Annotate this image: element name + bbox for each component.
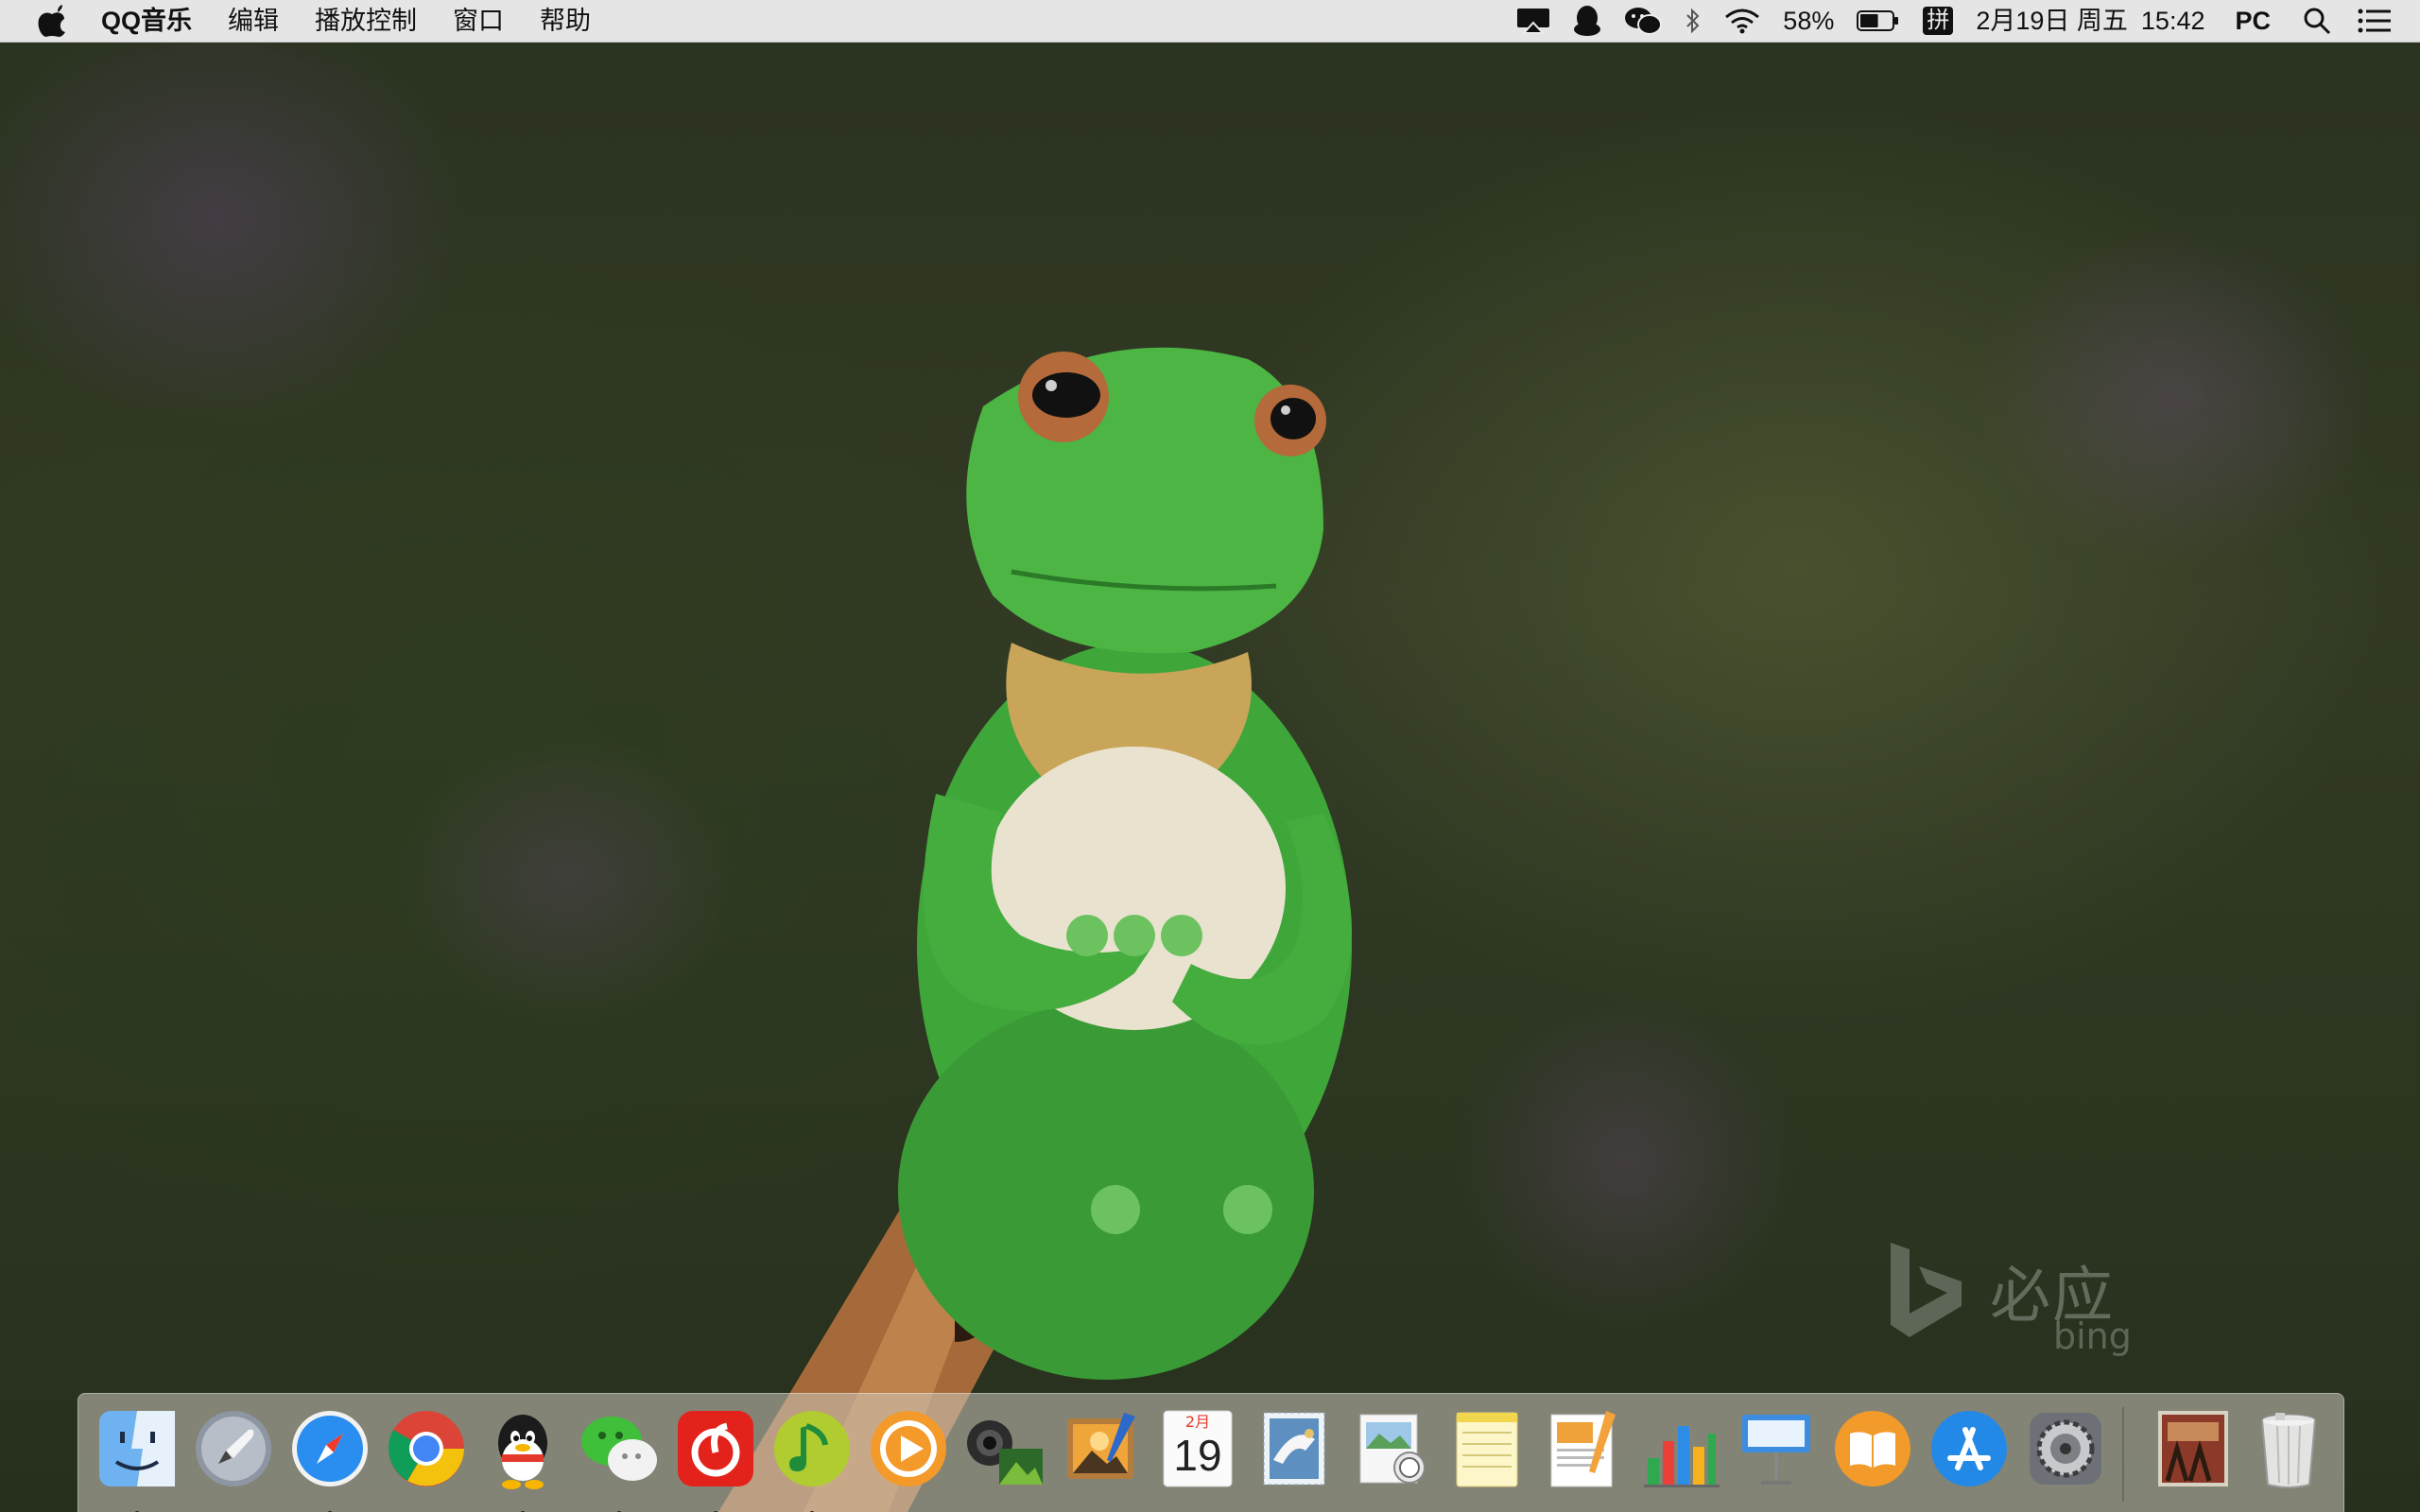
qq-music-icon [774,1411,850,1486]
dock-qq-music[interactable] [769,1405,856,1512]
dock-calendar[interactable]: 2月 19 [1154,1405,1241,1492]
wechat-icon[interactable] [1613,0,1673,42]
dock-mail[interactable] [1251,1405,1338,1492]
chrome-icon [389,1411,464,1486]
menubar-time[interactable]: 15:42 [2139,0,2217,42]
dock-netease-music[interactable] [672,1405,759,1512]
keynote-icon [1742,1415,1810,1485]
finder-icon [99,1411,175,1486]
dock: 2月 19 [78,1393,2344,1512]
apple-menu-icon[interactable] [38,5,66,37]
dock-trash[interactable] [2245,1405,2332,1492]
dock-chrome[interactable] [383,1405,470,1492]
play-button-icon [871,1411,946,1486]
airplay-icon[interactable] [1505,0,1562,42]
menu-playback-control[interactable]: 播放控制 [297,0,435,42]
dock-photo-editor[interactable] [1058,1405,1145,1492]
bing-logo-icon [1891,1243,1962,1337]
desktop-wallpaper: 必应 bing [0,0,2420,1512]
app-store-icon [1931,1411,2007,1486]
bing-watermark: 必应 bing [1881,1228,2136,1370]
dock-numbers[interactable] [1636,1405,1723,1492]
bluetooth-icon[interactable] [1673,0,1713,42]
calendar-day: 19 [1173,1431,1222,1480]
dock-app-store[interactable] [1926,1405,2013,1492]
dock-finder[interactable] [94,1405,181,1512]
menu-bar: QQ音乐 编辑 播放控制 窗口 帮助 58% 拼 2月19日 周五 15:42 … [0,0,2420,43]
dock-ibooks[interactable] [1829,1405,1916,1492]
dock-system-preferences[interactable] [2022,1405,2109,1492]
input-method-icon[interactable]: 拼 [1911,0,1964,42]
dock-preview[interactable] [1347,1405,1434,1492]
battery-percent[interactable]: 58% [1772,0,1845,42]
ibooks-icon [1835,1411,1910,1486]
pages-icon [1550,1411,1616,1487]
watermark-english: bing [2053,1315,2132,1357]
camera-photo-icon [967,1420,1043,1485]
spotlight-icon[interactable] [2282,0,2342,42]
launchpad-icon [196,1411,271,1486]
calendar-month: 2月 [1184,1413,1211,1431]
menu-help[interactable]: 帮助 [522,0,609,42]
menubar-date[interactable]: 2月19日 周五 [1964,0,2139,42]
dock-pages[interactable] [1540,1405,1627,1492]
qq-penguin-icon [498,1415,547,1489]
trash-icon [2261,1413,2316,1488]
qq-icon[interactable] [1562,0,1613,42]
preview-icon [1359,1414,1426,1484]
dock-infuse-player[interactable] [865,1405,952,1492]
dock-notes[interactable] [1443,1405,1530,1492]
photo-editor-icon [1067,1413,1135,1479]
notes-icon [1456,1412,1518,1487]
dock-keynote[interactable] [1733,1405,1820,1492]
menubar-user[interactable]: PC [2216,0,2282,42]
input-method-label: 拼 [1923,7,1954,35]
menu-window[interactable]: 窗口 [435,0,522,42]
numbers-icon [1644,1426,1720,1487]
wifi-icon[interactable] [1713,0,1772,42]
safari-icon [292,1411,368,1486]
dock-qq[interactable] [479,1405,566,1512]
battery-icon[interactable] [1845,0,1911,42]
frog-photo [718,347,1352,1512]
wechat-app-icon [581,1417,657,1481]
dock-safari[interactable] [286,1405,373,1512]
gear-icon [2030,1413,2101,1485]
dock-launchpad[interactable] [190,1405,277,1492]
menu-app-name[interactable]: QQ音乐 [83,0,210,42]
dock-separator [2122,1407,2124,1502]
netease-music-icon [678,1411,753,1486]
stamp-mail-icon [1263,1412,1325,1486]
notification-center-icon[interactable] [2342,0,2420,42]
dock-album-stack[interactable] [2149,1405,2236,1492]
album-stack-icon [2158,1411,2228,1486]
menu-edit[interactable]: 编辑 [210,0,297,42]
dock-image-capture[interactable] [961,1405,1048,1492]
dock-wechat[interactable] [576,1405,663,1512]
